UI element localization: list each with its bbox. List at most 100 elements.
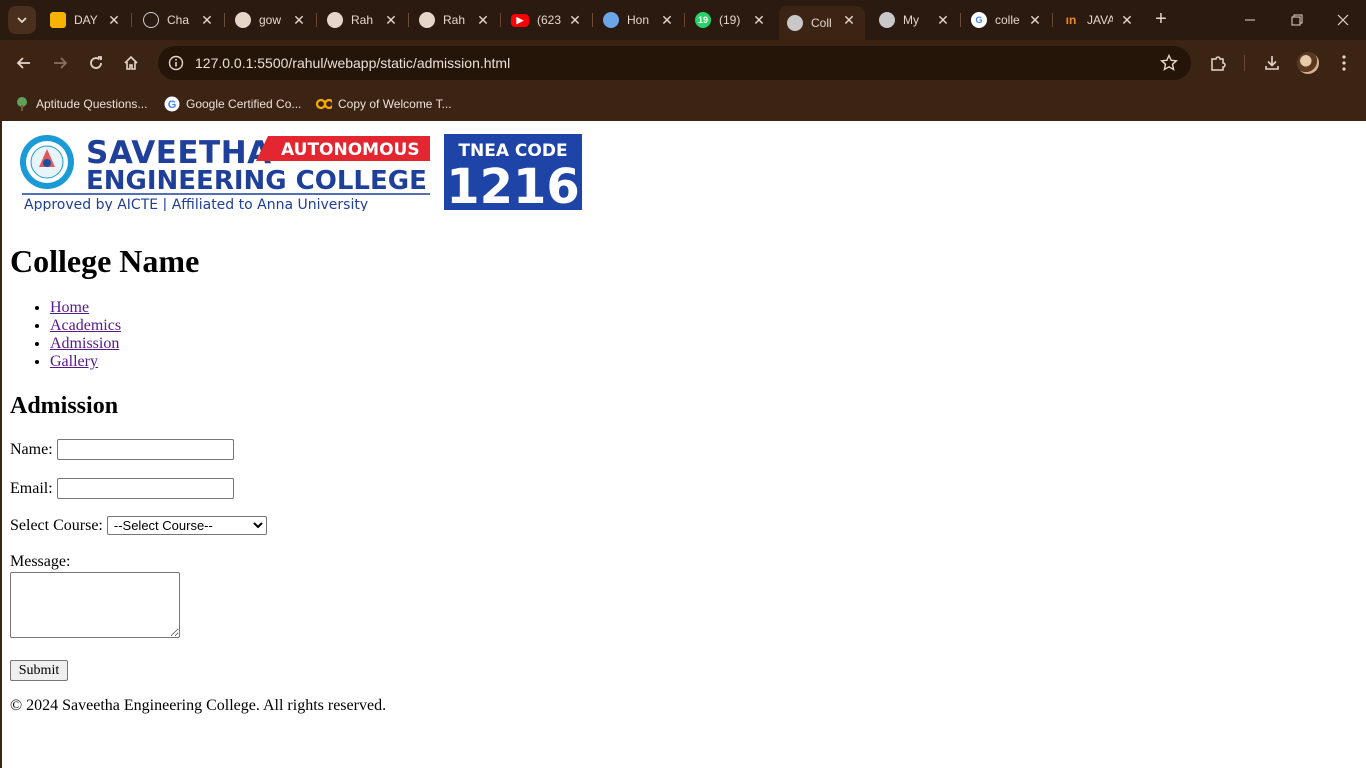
close-icon[interactable]: ✕ (935, 12, 951, 28)
tab-search-button[interactable] (8, 6, 36, 34)
close-icon[interactable]: ✕ (106, 12, 122, 28)
forward-button[interactable] (48, 51, 72, 75)
github-icon (419, 12, 435, 28)
tab-title: colle (995, 13, 1020, 27)
svg-text:AUTONOMOUS: AUTONOMOUS (281, 140, 420, 160)
github-icon (235, 12, 251, 28)
tab-title: Coll (811, 16, 832, 30)
bookmarks-bar: Aptitude Questions... G Google Certified… (0, 86, 1366, 121)
close-icon[interactable]: ✕ (475, 12, 491, 28)
youtube-icon: ▶ (511, 13, 529, 27)
close-icon[interactable]: ✕ (841, 12, 857, 28)
tab-title: (623 (537, 13, 562, 27)
close-window-button[interactable] (1331, 8, 1355, 32)
tab-title: JAVA (1087, 13, 1113, 27)
message-textarea[interactable] (10, 572, 180, 638)
browser-toolbar: 127.0.0.1:5500/rahul/webapp/static/admis… (0, 40, 1366, 86)
restore-button[interactable] (1285, 8, 1309, 32)
reload-button[interactable] (84, 51, 108, 75)
tab-google-search[interactable]: G colle ✕ (963, 6, 1051, 34)
nav-link-gallery[interactable]: Gallery (50, 353, 98, 370)
nav-link-admission[interactable]: Admission (50, 335, 119, 352)
google-icon: G (971, 12, 987, 28)
tab-separator (684, 13, 685, 27)
close-icon[interactable]: ✕ (659, 12, 675, 28)
bookmark-colab[interactable]: Copy of Welcome T... (316, 92, 452, 116)
close-icon[interactable]: ✕ (1027, 12, 1043, 28)
site-info-icon[interactable] (166, 53, 186, 73)
tab-separator (592, 13, 593, 27)
submit-button[interactable]: Submit (10, 660, 68, 681)
tab-github-1[interactable]: gow ✕ (227, 6, 315, 34)
tab-github-3[interactable]: Rah ✕ (411, 6, 499, 34)
tab-my[interactable]: My ✕ (871, 6, 959, 34)
url-text[interactable]: 127.0.0.1:5500/rahul/webapp/static/admis… (195, 55, 510, 71)
nav-item-gallery: Gallery (50, 353, 121, 371)
message-row: Message: (10, 553, 74, 571)
course-select[interactable]: --Select Course-- (106, 516, 267, 535)
minimize-button[interactable] (1238, 8, 1262, 32)
close-icon[interactable]: ✕ (1119, 12, 1135, 28)
tab-separator (131, 13, 132, 27)
tab-home[interactable]: Hon ✕ (595, 6, 683, 34)
tab-strip: DAY ✕ Cha ✕ gow ✕ Rah ✕ Rah ✕ ▶ (623 ✕ H… (0, 0, 1366, 40)
nav-link-home[interactable]: Home (50, 299, 89, 316)
tab-chatgpt[interactable]: Cha ✕ (135, 6, 223, 34)
name-input[interactable] (56, 439, 234, 460)
nav-link-academics[interactable]: Academics (50, 317, 121, 334)
google-icon: G (164, 96, 180, 112)
tab-youtube[interactable]: ▶ (623 ✕ (503, 6, 591, 34)
reload-icon (90, 56, 102, 69)
extensions-button[interactable] (1206, 51, 1230, 75)
tab-javatpoint[interactable]: ın JAVA ✕ (1055, 6, 1143, 34)
tab-title: My (903, 13, 919, 27)
bookmark-label: Google Certified Co... (186, 97, 302, 111)
javatpoint-icon: ın (1065, 13, 1077, 27)
email-row: Email: (10, 478, 234, 499)
browser-chrome: DAY ✕ Cha ✕ gow ✕ Rah ✕ Rah ✕ ▶ (623 ✕ H… (0, 0, 1366, 121)
message-label: Message: (10, 553, 71, 570)
page-title: College Name (10, 243, 200, 279)
tab-github-2[interactable]: Rah ✕ (319, 6, 407, 34)
bookmark-label: Aptitude Questions... (36, 97, 148, 111)
new-tab-button[interactable]: + (1150, 8, 1172, 30)
kebab-menu-icon (1342, 55, 1346, 71)
tab-title: (19) (719, 13, 741, 27)
section-title: Admission (10, 393, 119, 419)
bookmark-google-certified[interactable]: G Google Certified Co... (164, 92, 301, 116)
close-icon (1337, 14, 1349, 26)
course-row: Select Course: --Select Course-- (10, 516, 267, 535)
svg-text:Approved by AICTE | Affiliat: Approved by AICTE | Affiliated to Anna U… (24, 197, 368, 211)
menu-button[interactable] (1332, 51, 1356, 75)
chevron-down-icon (17, 17, 27, 24)
close-icon[interactable]: ✕ (199, 12, 215, 28)
email-label: Email: (10, 479, 53, 497)
svg-text:ENGINEERING COLLEGE: ENGINEERING COLLEGE (86, 166, 427, 196)
tab-day[interactable]: DAY ✕ (42, 6, 130, 34)
tab-whatsapp[interactable]: 19 (19) ✕ (687, 6, 775, 34)
site-icon (603, 12, 619, 28)
name-row: Name: (10, 439, 234, 460)
tab-college-active[interactable]: Coll ✕ (779, 6, 865, 40)
tab-title: DAY (74, 13, 98, 27)
close-icon[interactable]: ✕ (383, 12, 399, 28)
restore-icon (1291, 14, 1303, 26)
close-icon[interactable]: ✕ (291, 12, 307, 28)
course-label: Select Course: (10, 516, 103, 534)
close-icon[interactable]: ✕ (567, 12, 583, 28)
home-button[interactable] (119, 51, 143, 75)
main-nav: Home Academics Admission Gallery (10, 299, 121, 371)
svg-text:G: G (168, 99, 177, 111)
chatgpt-icon (143, 12, 159, 28)
college-logo: SAVEETHA AUTONOMOUS ENGINEERING COLLEGE … (20, 134, 582, 211)
downloads-button[interactable] (1260, 51, 1284, 75)
email-input[interactable] (56, 478, 234, 499)
back-button[interactable] (12, 51, 36, 75)
close-icon[interactable]: ✕ (751, 12, 767, 28)
name-label: Name: (10, 440, 53, 458)
tab-separator (1052, 13, 1053, 27)
bookmark-aptitude[interactable]: Aptitude Questions... (14, 92, 147, 116)
profile-avatar[interactable] (1297, 52, 1319, 74)
bookmark-star-icon[interactable] (1159, 53, 1179, 73)
address-bar[interactable]: 127.0.0.1:5500/rahul/webapp/static/admis… (158, 46, 1191, 80)
